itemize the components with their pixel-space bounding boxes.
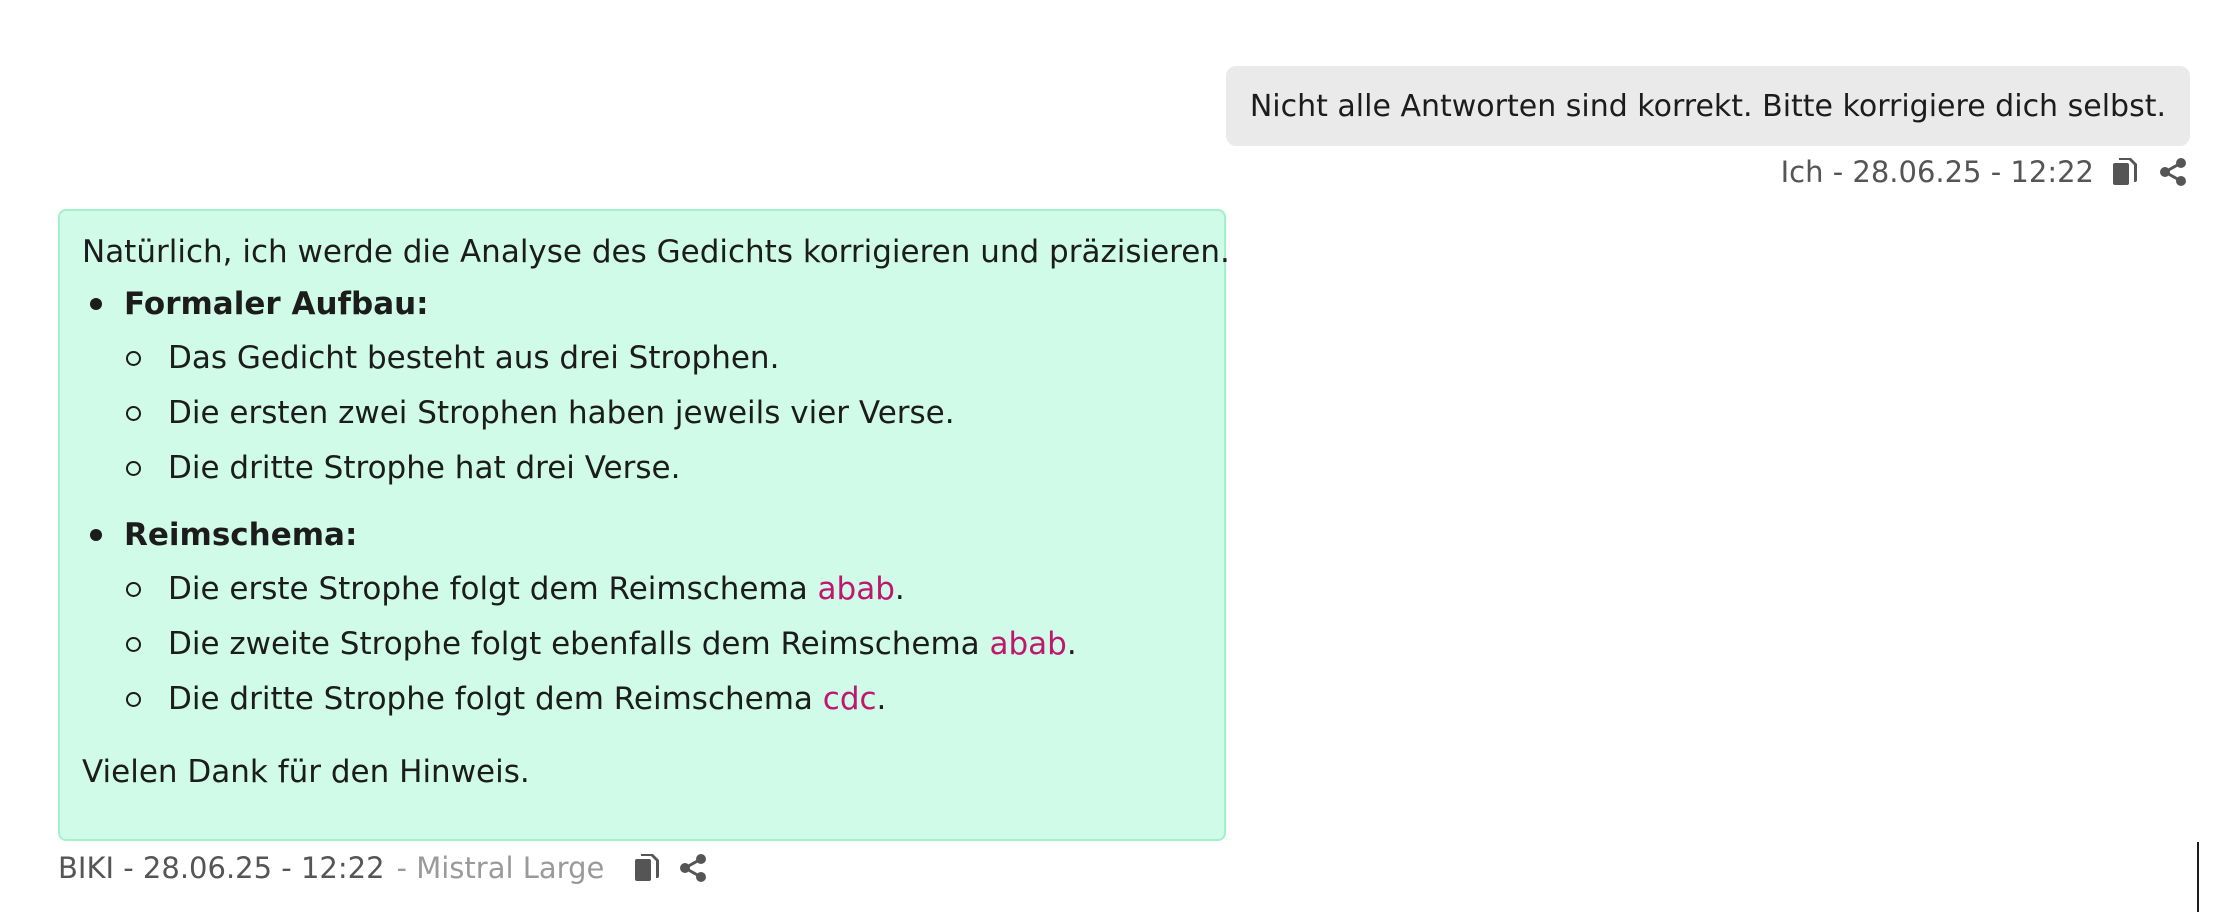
section-heading: Formaler Aufbau:: [90, 283, 1202, 325]
share-icon[interactable]: [676, 851, 710, 885]
item-text: Das Gedicht besteht aus drei Strophen.: [168, 340, 780, 376]
list-item: Die zweite Strophe folgt ebenfalls dem R…: [124, 623, 1202, 678]
user-message-bubble: Nicht alle Antworten sind korrekt. Bitte…: [1225, 66, 2190, 146]
user-message-timestamp: Ich - 28.06.25 - 12:22: [1780, 155, 2094, 189]
item-text: Die ersten zwei Strophen haben jeweils v…: [168, 395, 955, 431]
item-text-end: .: [1066, 626, 1077, 662]
section-formal-structure: Formaler Aufbau: Das Gedicht besteht aus…: [82, 283, 1202, 502]
assistant-message-timestamp: BIKI - 28.06.25 - 12:22: [58, 851, 385, 885]
assistant-outro: Vielen Dank für den Hinweis.: [82, 754, 530, 790]
section-heading: Reimschema:: [90, 514, 1202, 556]
item-text: Die zweite Strophe folgt ebenfalls dem R…: [168, 626, 990, 662]
list-item: Die erste Strophe folgt dem Reimschema a…: [124, 568, 1202, 623]
list-item: Das Gedicht besteht aus drei Strophen.: [124, 337, 1202, 392]
list-item: Die dritte Strophe folgt dem Reimschema …: [124, 678, 1202, 733]
item-text: Die erste Strophe folgt dem Reimschema: [168, 571, 818, 607]
user-message-text: Nicht alle Antworten sind korrekt. Bitte…: [1249, 88, 2166, 124]
section-items: Die erste Strophe folgt dem Reimschema a…: [124, 568, 1202, 733]
copy-icon[interactable]: [630, 851, 664, 885]
section-items: Das Gedicht besteht aus drei Strophen. D…: [124, 337, 1202, 502]
text-cursor: [2197, 842, 2199, 912]
assistant-message-bubble: Natürlich, ich werde die Analyse des Ged…: [58, 209, 1230, 841]
section-rhyme-scheme: Reimschema: Die erste Strophe folgt dem …: [82, 514, 1202, 733]
share-icon[interactable]: [2156, 155, 2190, 189]
item-text-end: .: [876, 681, 887, 717]
inline-code: abab: [989, 626, 1067, 662]
assistant-intro: Natürlich, ich werde die Analyse des Ged…: [82, 234, 1230, 270]
user-message-meta: Ich - 28.06.25 - 12:22: [1781, 150, 2190, 194]
item-text: Die dritte Strophe hat drei Verse.: [168, 450, 681, 486]
chat-page: Nicht alle Antworten sind korrekt. Bitte…: [0, 0, 2228, 912]
inline-code: abab: [817, 571, 895, 607]
model-name: - Mistral Large: [396, 851, 605, 885]
list-item: Die dritte Strophe hat drei Verse.: [124, 447, 1202, 502]
list-item: Die ersten zwei Strophen haben jeweils v…: [124, 392, 1202, 447]
item-text-end: .: [894, 571, 905, 607]
copy-icon[interactable]: [2108, 155, 2142, 189]
assistant-message-meta: BIKI - 28.06.25 - 12:22 - Mistral Large: [58, 846, 710, 890]
analysis-list: Formaler Aufbau: Das Gedicht besteht aus…: [82, 283, 1202, 733]
inline-code: cdc: [822, 681, 877, 717]
item-text: Die dritte Strophe folgt dem Reimschema: [168, 681, 823, 717]
